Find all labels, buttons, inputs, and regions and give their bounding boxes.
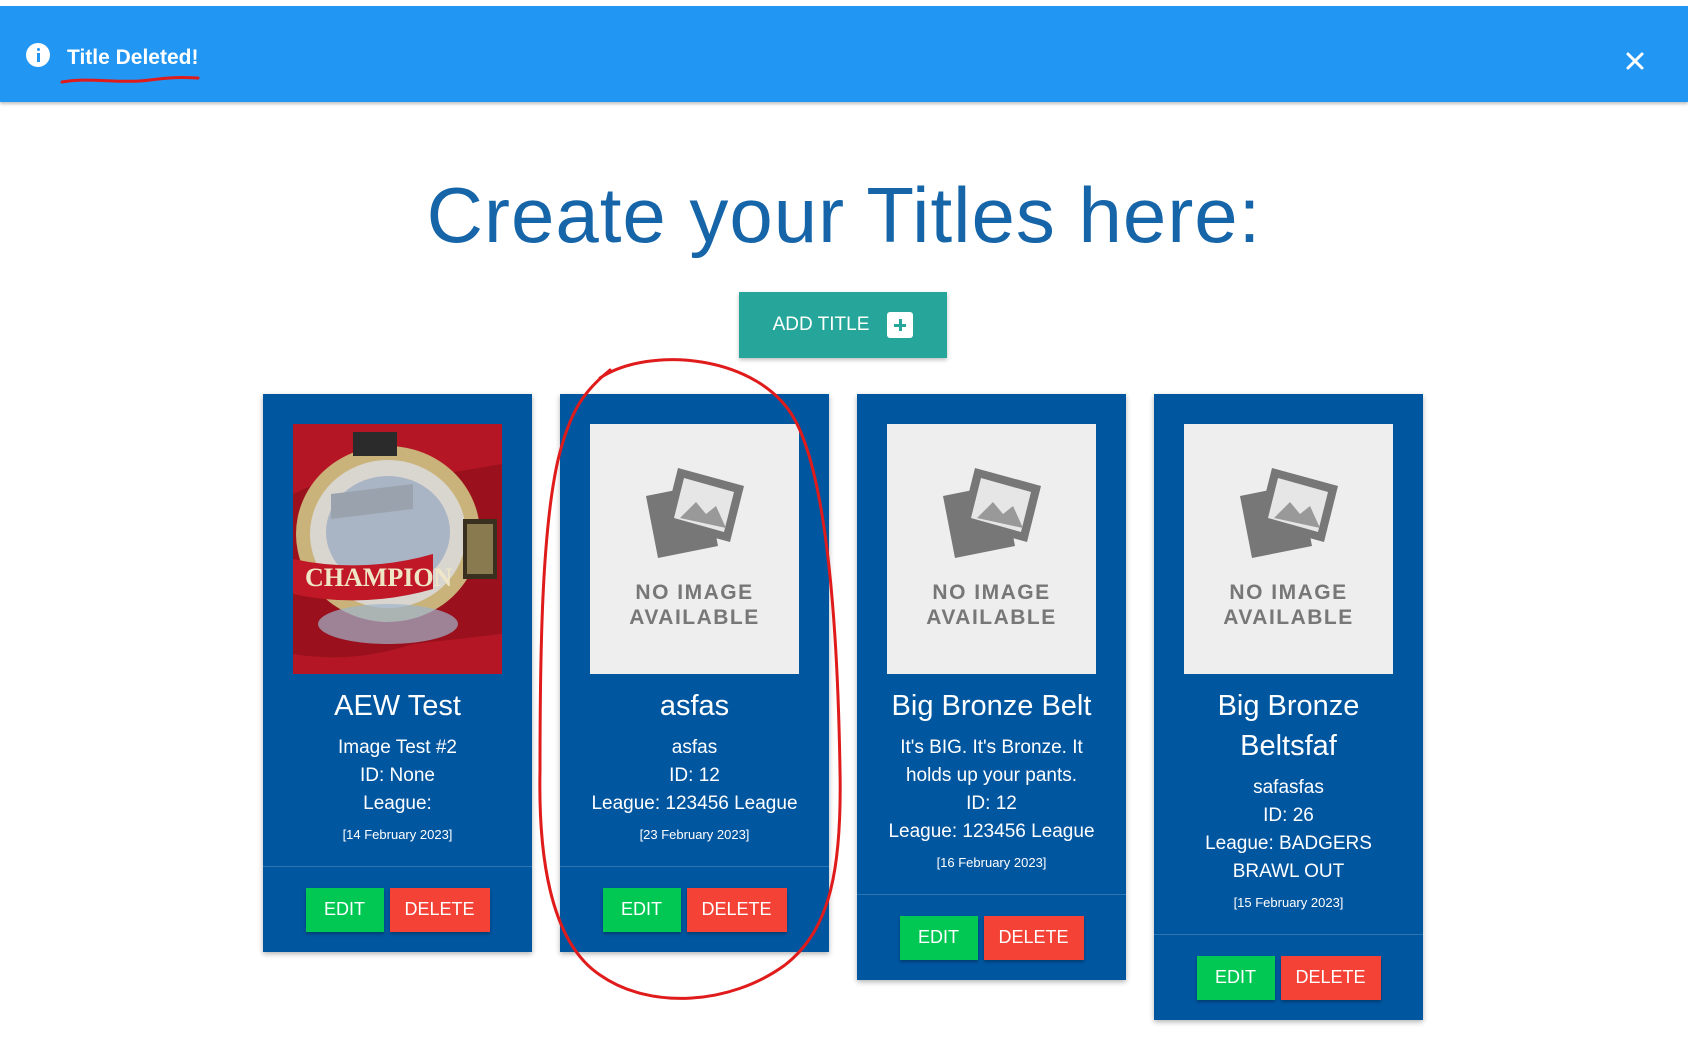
- card-id: ID: 12: [966, 793, 1017, 814]
- card-actions: EDIT DELETE: [263, 867, 532, 952]
- card-id: ID: None: [360, 765, 435, 786]
- no-image-placeholder: NO IMAGE AVAILABLE: [590, 424, 799, 674]
- title-card: CHAMPION AEW Test Image Test #2 ID: None…: [263, 394, 532, 952]
- card-description: Image Test #2: [337, 737, 457, 758]
- delete-button[interactable]: DELETE: [686, 887, 787, 932]
- delete-button[interactable]: DELETE: [1280, 955, 1381, 1000]
- add-title-button[interactable]: ADD TITLE: [739, 292, 947, 358]
- card-description: asfas: [671, 737, 718, 758]
- page-title: Create your Titles here:: [426, 171, 1262, 259]
- notification-banner: Title Deleted!: [0, 6, 1688, 102]
- edit-button[interactable]: EDIT: [1196, 955, 1275, 1000]
- no-image-placeholder: NO IMAGE AVAILABLE: [887, 424, 1096, 674]
- card-description: It's BIG. It's Bronze. It holds up your …: [900, 737, 1083, 786]
- card-date: [15 February 2023]: [1233, 895, 1344, 910]
- annotation-underline: [60, 76, 200, 84]
- image-placeholder-icon: [942, 468, 1041, 558]
- card-title: Big Bronze Belt: [891, 690, 1092, 722]
- plus-icon: [887, 312, 914, 338]
- edit-button[interactable]: EDIT: [305, 887, 384, 932]
- title-card: NO IMAGE AVAILABLE Big Bronze Beltsfaf s…: [1154, 394, 1423, 1020]
- card-league: League: 123456 League: [888, 821, 1095, 842]
- card-date: [14 February 2023]: [342, 827, 453, 842]
- title-image: CHAMPION: [293, 424, 502, 674]
- belt-image: CHAMPION: [293, 424, 502, 674]
- no-image-text: NO IMAGE AVAILABLE: [1223, 581, 1354, 629]
- card-id: ID: 26: [1263, 805, 1314, 826]
- image-placeholder-icon: [645, 468, 744, 558]
- banner-message: Title Deleted!: [67, 46, 199, 69]
- title-card: NO IMAGE AVAILABLE asfas asfas ID: 12 Le…: [560, 394, 829, 952]
- card-date: [16 February 2023]: [936, 855, 1047, 870]
- close-icon[interactable]: [1619, 45, 1651, 77]
- no-image-placeholder: NO IMAGE AVAILABLE: [1184, 424, 1393, 674]
- card-league: League: BADGERS BRAWL OUT: [1205, 833, 1372, 882]
- delete-button[interactable]: DELETE: [983, 915, 1084, 960]
- image-placeholder-icon: [1239, 468, 1338, 558]
- card-title: Big Bronze Beltsfaf: [1217, 690, 1360, 762]
- no-image-text: NO IMAGE AVAILABLE: [926, 581, 1057, 629]
- card-description: safasfas: [1253, 777, 1324, 798]
- card-title: AEW Test: [334, 690, 461, 722]
- add-title-label: ADD TITLE: [772, 314, 870, 335]
- no-image-text: NO IMAGE AVAILABLE: [629, 581, 760, 629]
- edit-button[interactable]: EDIT: [899, 915, 978, 960]
- card-actions: EDIT DELETE: [560, 867, 829, 952]
- title-card: NO IMAGE AVAILABLE Big Bronze Belt It's …: [857, 394, 1126, 980]
- card-league: League: 123456 League: [591, 793, 798, 814]
- card-date: [23 February 2023]: [639, 827, 750, 842]
- card-actions: EDIT DELETE: [857, 895, 1126, 980]
- edit-button[interactable]: EDIT: [602, 887, 681, 932]
- info-icon: [26, 43, 50, 67]
- delete-button[interactable]: DELETE: [389, 887, 490, 932]
- card-title: asfas: [659, 690, 730, 722]
- card-id: ID: 12: [669, 765, 720, 786]
- card-actions: EDIT DELETE: [1154, 935, 1423, 1020]
- card-league: League:: [363, 793, 432, 814]
- svg-text:CHAMPION: CHAMPION: [305, 563, 453, 592]
